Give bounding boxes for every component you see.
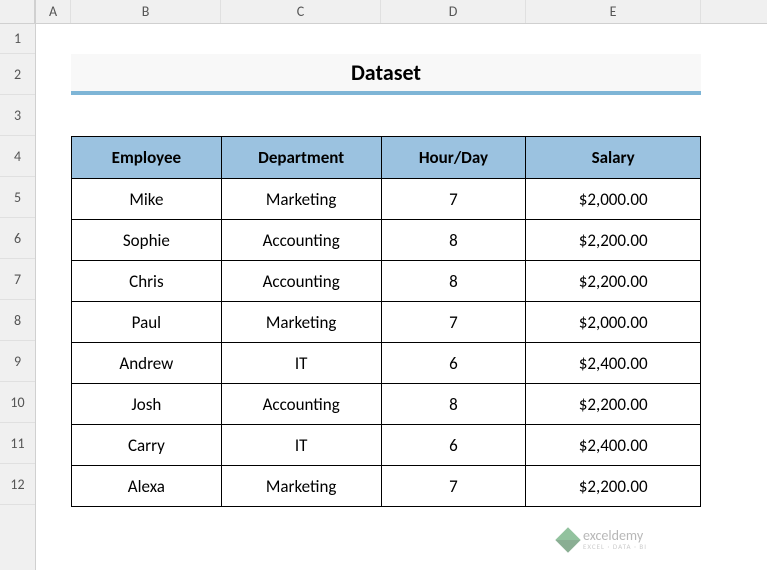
cell-employee[interactable]: Sophie — [72, 220, 222, 261]
table-row: Carry IT 6 $2,400.00 — [72, 425, 701, 466]
row-header-11[interactable]: 11 — [0, 423, 35, 464]
table-row: Mike Marketing 7 $2,000.00 — [72, 179, 701, 220]
cell-department[interactable]: IT — [221, 343, 381, 384]
cell-department[interactable]: Accounting — [221, 261, 381, 302]
cell-hourday[interactable]: 6 — [381, 343, 526, 384]
select-all-corner[interactable] — [0, 0, 35, 24]
row-header-12[interactable]: 12 — [0, 464, 35, 505]
grid-area[interactable]: Dataset Employee Department Hour/Day Sal… — [36, 24, 767, 570]
data-table: Employee Department Hour/Day Salary Mike… — [71, 136, 701, 507]
cell-department[interactable]: Marketing — [221, 179, 381, 220]
row-header-10[interactable]: 10 — [0, 382, 35, 423]
col-header-a[interactable]: A — [36, 0, 71, 23]
watermark-text: exceldemy EXCEL · DATA · BI — [583, 529, 647, 550]
header-salary[interactable]: Salary — [526, 137, 701, 179]
cell-hourday[interactable]: 8 — [381, 384, 526, 425]
row-header-9[interactable]: 9 — [0, 341, 35, 382]
cell-department[interactable]: Accounting — [221, 384, 381, 425]
cell-salary[interactable]: $2,000.00 — [526, 302, 701, 343]
row-header-8[interactable]: 8 — [0, 300, 35, 341]
watermark-icon — [555, 527, 580, 552]
row-header-6[interactable]: 6 — [0, 218, 35, 259]
row-headers: 1 2 3 4 5 6 7 8 9 10 11 12 — [0, 0, 36, 570]
cell-hourday[interactable]: 8 — [381, 261, 526, 302]
watermark-title: exceldemy — [583, 529, 647, 543]
cell-salary[interactable]: $2,000.00 — [526, 179, 701, 220]
table-row: Chris Accounting 8 $2,200.00 — [72, 261, 701, 302]
cell-employee[interactable]: Carry — [72, 425, 222, 466]
cell-department[interactable]: Marketing — [221, 466, 381, 507]
table-row: Alexa Marketing 7 $2,200.00 — [72, 466, 701, 507]
table-header-row: Employee Department Hour/Day Salary — [72, 137, 701, 179]
col-header-b[interactable]: B — [71, 0, 221, 23]
col-header-c[interactable]: C — [221, 0, 381, 23]
cell-employee[interactable]: Andrew — [72, 343, 222, 384]
cell-employee[interactable]: Paul — [72, 302, 222, 343]
cell-salary[interactable]: $2,200.00 — [526, 384, 701, 425]
table-row: Sophie Accounting 8 $2,200.00 — [72, 220, 701, 261]
cell-employee[interactable]: Chris — [72, 261, 222, 302]
col-headers: A B C D E — [36, 0, 767, 24]
cell-department[interactable]: Accounting — [221, 220, 381, 261]
cell-salary[interactable]: $2,200.00 — [526, 261, 701, 302]
header-hourday[interactable]: Hour/Day — [381, 137, 526, 179]
row-header-4[interactable]: 4 — [0, 136, 35, 177]
table-row: Josh Accounting 8 $2,200.00 — [72, 384, 701, 425]
table-row: Andrew IT 6 $2,400.00 — [72, 343, 701, 384]
row-header-2[interactable]: 2 — [0, 54, 35, 95]
cell-hourday[interactable]: 6 — [381, 425, 526, 466]
spacer-row[interactable] — [71, 95, 767, 136]
row-header-1[interactable]: 1 — [0, 24, 35, 54]
cell-salary[interactable]: $2,200.00 — [526, 220, 701, 261]
cell-salary[interactable]: $2,400.00 — [526, 343, 701, 384]
watermark: exceldemy EXCEL · DATA · BI — [559, 529, 647, 550]
cell-hourday[interactable]: 7 — [381, 302, 526, 343]
cell-department[interactable]: Marketing — [221, 302, 381, 343]
cell-employee[interactable]: Mike — [72, 179, 222, 220]
header-employee[interactable]: Employee — [72, 137, 222, 179]
cell-salary[interactable]: $2,200.00 — [526, 466, 701, 507]
cell-hourday[interactable]: 7 — [381, 466, 526, 507]
header-department[interactable]: Department — [221, 137, 381, 179]
row-header-3[interactable]: 3 — [0, 95, 35, 136]
col-header-e[interactable]: E — [526, 0, 701, 23]
cell-department[interactable]: IT — [221, 425, 381, 466]
row-header-7[interactable]: 7 — [0, 259, 35, 300]
row-header-5[interactable]: 5 — [0, 177, 35, 218]
watermark-sub: EXCEL · DATA · BI — [583, 543, 647, 550]
cell-salary[interactable]: $2,400.00 — [526, 425, 701, 466]
cell-hourday[interactable]: 7 — [381, 179, 526, 220]
col-header-d[interactable]: D — [381, 0, 526, 23]
dataset-title[interactable]: Dataset — [71, 54, 701, 95]
content-area: A B C D E Dataset Employee Department Ho… — [36, 0, 767, 570]
cell-hourday[interactable]: 8 — [381, 220, 526, 261]
cell-employee[interactable]: Josh — [72, 384, 222, 425]
table-row: Paul Marketing 7 $2,000.00 — [72, 302, 701, 343]
spreadsheet: 1 2 3 4 5 6 7 8 9 10 11 12 A B C D E Dat… — [0, 0, 767, 570]
cell-employee[interactable]: Alexa — [72, 466, 222, 507]
